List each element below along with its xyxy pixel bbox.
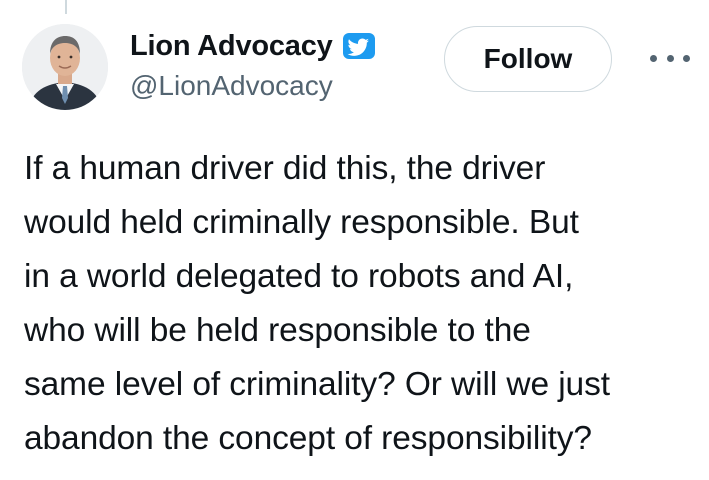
- tweet-text-line: in a world delegated to robots and AI,: [24, 258, 574, 295]
- display-name-row: Lion Advocacy: [130, 26, 378, 66]
- more-dot: [650, 54, 657, 62]
- more-dot: [666, 54, 674, 62]
- tweet-text-line: If a human driver did this, the driver: [24, 150, 546, 187]
- more-options-icon[interactable]: [650, 46, 690, 70]
- tweet-text-line: same level of criminality? Or will we ju…: [24, 366, 610, 403]
- tweet-text-line: abandon the concept of responsibility?: [24, 420, 592, 457]
- display-name[interactable]: Lion Advocacy: [130, 30, 333, 63]
- verified-badge-icon: [340, 27, 378, 65]
- user-handle[interactable]: @LionAdvocacy: [130, 70, 378, 102]
- tweet-text-line: who will be held responsible to the: [24, 312, 531, 349]
- profile-photo-icon: [22, 24, 108, 110]
- avatar[interactable]: [22, 24, 108, 110]
- follow-button[interactable]: Follow: [444, 26, 612, 92]
- tweet-text-line: would held criminally responsible. But: [24, 204, 579, 241]
- thread-connector-line: [65, 0, 67, 14]
- author-info: Lion Advocacy @LionAdvocacy: [130, 26, 378, 102]
- more-dot: [683, 54, 690, 62]
- tweet-text: If a human driver did this, the driver w…: [24, 142, 694, 466]
